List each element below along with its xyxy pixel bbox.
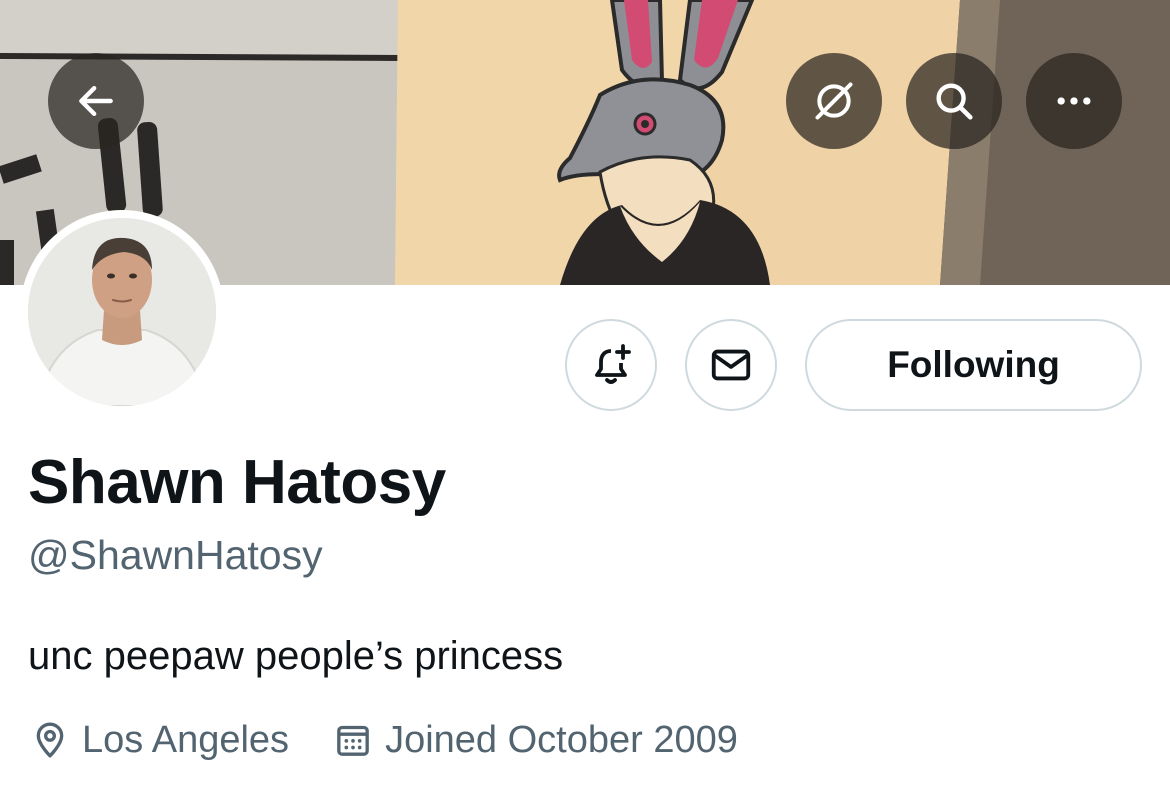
grok-button[interactable] bbox=[786, 53, 882, 149]
avatar-frame[interactable] bbox=[20, 210, 224, 414]
avatar-image bbox=[28, 218, 216, 406]
envelope-icon bbox=[711, 349, 751, 381]
bell-plus-icon bbox=[595, 344, 631, 384]
location-pin-icon bbox=[30, 720, 70, 760]
back-button[interactable] bbox=[48, 53, 144, 149]
display-name: Shawn Hatosy bbox=[28, 448, 446, 517]
bio: unc peepaw people’s princess bbox=[28, 634, 564, 678]
message-button[interactable] bbox=[685, 319, 777, 411]
handle: @ShawnHatosy bbox=[28, 532, 323, 578]
search-icon bbox=[936, 83, 973, 120]
calendar-icon bbox=[333, 720, 373, 760]
arrow-left-icon bbox=[79, 85, 113, 117]
more-horizontal-icon bbox=[1057, 97, 1091, 105]
profile-meta: Los Angeles Joined October 2009 bbox=[30, 714, 738, 766]
search-button[interactable] bbox=[906, 53, 1002, 149]
grok-icon bbox=[815, 82, 853, 120]
location-text: Los Angeles bbox=[82, 718, 290, 761]
join-date-text: Joined October 2009 bbox=[385, 718, 738, 761]
notify-button[interactable] bbox=[565, 319, 657, 411]
location: Los Angeles bbox=[30, 719, 289, 762]
following-button[interactable]: Following bbox=[805, 319, 1142, 411]
join-date: Joined October 2009 bbox=[333, 719, 738, 762]
avatar[interactable] bbox=[28, 218, 216, 406]
more-button[interactable] bbox=[1026, 53, 1122, 149]
